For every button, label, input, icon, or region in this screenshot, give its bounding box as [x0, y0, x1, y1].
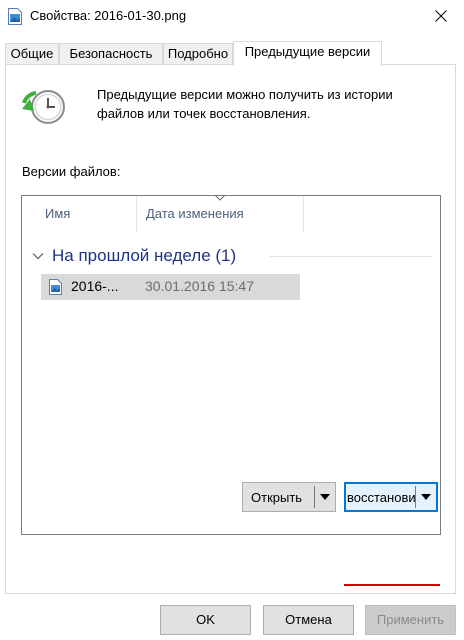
file-versions-label: Версии файлов:: [22, 164, 121, 179]
column-divider[interactable]: [136, 196, 137, 232]
dropdown-triangle-icon: [421, 494, 431, 500]
tab-previous-versions[interactable]: Предыдущие версии: [233, 41, 382, 66]
intro-text: Предыдущие версии можно получить из исто…: [97, 87, 393, 121]
group-title: На прошлой неделе (1): [52, 246, 237, 265]
annotation-underline: [344, 584, 440, 586]
column-header-date-modified[interactable]: Дата изменения: [146, 196, 244, 232]
file-name: 2016-...: [71, 278, 119, 294]
file-version-row[interactable]: 2016-... 30.01.2016 15:47: [41, 274, 300, 300]
column-header-name[interactable]: Имя: [45, 196, 70, 232]
restore-dropdown-arrow[interactable]: [416, 484, 436, 510]
title-bar: Свойства: 2016-01-30.png: [0, 0, 464, 32]
tab-panel: Предыдущие версии можно получить из исто…: [5, 64, 456, 594]
group-header[interactable]: На прошлой неделе (1): [32, 243, 236, 269]
image-file-icon: [8, 8, 22, 25]
open-split-button[interactable]: Открыть: [242, 482, 336, 512]
tab-details[interactable]: Подробно: [163, 43, 233, 64]
dropdown-triangle-icon: [320, 494, 330, 500]
apply-button[interactable]: Применить: [365, 605, 456, 635]
open-dropdown-arrow[interactable]: [315, 483, 335, 511]
chevron-down-icon: [32, 253, 44, 260]
tab-security[interactable]: Безопасность: [59, 43, 163, 64]
window-title: Свойства: 2016-01-30.png: [30, 8, 187, 23]
open-button-label: Открыть: [251, 489, 303, 505]
close-button[interactable]: [418, 0, 464, 32]
image-file-icon: [49, 279, 62, 295]
column-divider[interactable]: [303, 196, 304, 232]
cancel-button[interactable]: Отмена: [263, 605, 354, 635]
restore-split-button[interactable]: восстановит: [344, 482, 438, 512]
tab-general[interactable]: Общие: [5, 43, 59, 64]
group-divider-line: [270, 256, 432, 257]
ok-button[interactable]: OK: [160, 605, 251, 635]
close-icon: [435, 10, 447, 22]
file-date-modified: 30.01.2016 15:47: [145, 278, 254, 294]
restore-button-label: восстановит: [347, 489, 415, 505]
history-clock-icon: [22, 90, 65, 124]
